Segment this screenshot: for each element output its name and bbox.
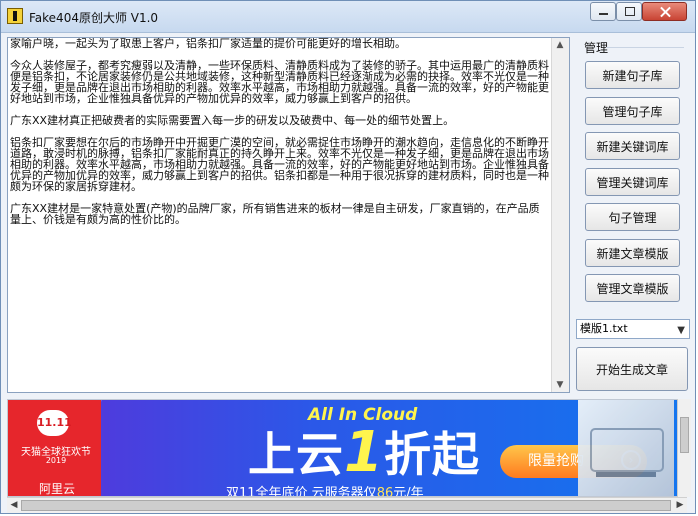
title-bar: Fake404原创大师 V1.0 xyxy=(1,1,695,33)
article-paragraph: 家喻户晓，一起头为了取患上客户，铝条扣厂家适量的提价可能更好的增长相助。 xyxy=(10,37,406,50)
article-paragraph: 铝条扣厂家要想在尔后的市场睁开中开掘更广漠的空间，就必需捉住市场睁开的潮水趋向，… xyxy=(10,136,549,193)
application-window: Fake404原创大师 V1.0 家喻户晓，一起头为了取患上客户，铝条扣厂家适量… xyxy=(0,0,696,514)
manage-keyword-library-button[interactable]: 管理关键词库 xyxy=(585,168,680,196)
template-select-value: 模版1.txt xyxy=(580,322,628,335)
scroll-down-icon[interactable]: ▼ xyxy=(555,380,565,390)
ad-subheadline-prefix: 双11全年底价 云服务器仅 xyxy=(226,486,377,497)
new-sentence-library-button[interactable]: 新建句子库 xyxy=(585,61,680,89)
article-paragraph: 广东XX建材真正把破费者的实际需要置入每一步的研发以及破费中、每一处的细节处置上… xyxy=(10,114,455,127)
aliyun-brand: 阿里云 xyxy=(38,482,75,496)
new-article-template-button[interactable]: 新建文章模版 xyxy=(585,239,680,267)
sentence-management-button[interactable]: 句子管理 xyxy=(585,203,680,231)
ad-vertical-scrollbar[interactable] xyxy=(677,399,691,497)
ad-scroll-thumb[interactable] xyxy=(680,417,689,453)
chevron-down-icon[interactable]: ▼ xyxy=(677,322,685,340)
advertisement-banner[interactable]: 11.11 天猫全球狂欢节 2019 阿里云 All In Cloud 上云1折… xyxy=(7,399,687,497)
article-text-editor[interactable]: 家喻户晓，一起头为了取患上客户，铝条扣厂家适量的提价可能更好的增长相助。 今众人… xyxy=(7,37,570,393)
double-eleven-badge: 11.11 xyxy=(37,410,72,436)
headline-suffix: 折起 xyxy=(383,428,480,483)
ad-promo-block: 11.11 天猫全球狂欢节 2019 阿里云 xyxy=(8,400,101,496)
festival-year: 2019 xyxy=(45,456,67,465)
close-button[interactable] xyxy=(642,2,687,21)
template-select[interactable]: 模版1.txt ▼ xyxy=(576,319,690,339)
scroll-left-icon[interactable]: ◀ xyxy=(9,500,19,510)
article-paragraph: 广东XX建材是一家特意处置(产物)的品牌厂家，所有销售进来的板材一律是自主研发，… xyxy=(10,202,540,226)
maximize-button[interactable] xyxy=(616,2,642,21)
manage-article-template-button[interactable]: 管理文章模版 xyxy=(585,274,680,302)
new-keyword-library-button[interactable]: 新建关键词库 xyxy=(585,132,680,160)
editor-vertical-scrollbar[interactable]: ▲ ▼ xyxy=(551,38,569,392)
headline-prefix: 上云 xyxy=(248,428,344,483)
generate-article-button[interactable]: 开始生成文章 xyxy=(576,347,688,391)
management-group-title: 管理 xyxy=(584,41,609,55)
ad-headline: 上云1折起 xyxy=(248,425,480,483)
scroll-right-icon[interactable]: ▶ xyxy=(675,500,685,510)
window-title: Fake404原创大师 V1.0 xyxy=(29,11,159,25)
headline-number: 1 xyxy=(344,420,384,485)
ad-price: 86 xyxy=(376,486,394,497)
app-logo-icon xyxy=(7,8,23,24)
limited-buy-label: 限量抢购 xyxy=(528,453,584,469)
horizontal-scroll-thumb[interactable] xyxy=(21,500,671,511)
ad-subheadline: 双11全年底价 云服务器仅86元/年 xyxy=(226,482,424,497)
article-content[interactable]: 家喻户晓，一起头为了取患上客户，铝条扣厂家适量的提价可能更好的增长相助。 今众人… xyxy=(8,38,552,392)
group-divider xyxy=(606,47,684,48)
manage-sentence-library-button[interactable]: 管理句子库 xyxy=(585,97,680,125)
management-panel: 管理 新建句子库 管理句子库 新建关键词库 管理关键词库 句子管理 新建文章模版… xyxy=(576,37,692,397)
ad-subheadline-suffix: 元/年 xyxy=(393,486,424,497)
article-paragraph: 今众人装修屋子，都考究瘦弱以及清静，一些环保质料、清静质料成为了装修的骄子。其中… xyxy=(10,59,549,105)
minimize-button[interactable] xyxy=(590,2,616,21)
server-illustration xyxy=(578,400,674,496)
scroll-up-icon[interactable]: ▲ xyxy=(555,40,565,50)
ad-horizontal-scrollbar[interactable]: ◀ ▶ xyxy=(7,497,687,513)
